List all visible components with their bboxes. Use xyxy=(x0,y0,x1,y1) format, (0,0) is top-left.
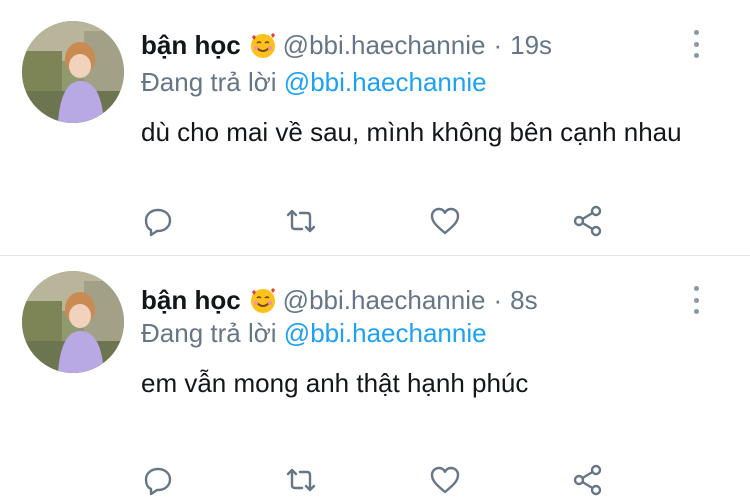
tweet-header: bận học @bbi.haechannie · 8s xyxy=(141,283,538,317)
reply-context: Đang trả lời @bbi.haechannie xyxy=(141,316,487,350)
retweet-icon[interactable] xyxy=(284,204,318,238)
smiling-face-with-hearts-icon xyxy=(249,31,277,59)
display-name[interactable]: bận học xyxy=(141,283,241,317)
smiling-face-with-hearts-icon xyxy=(249,286,277,314)
reply-context: Đang trả lời @bbi.haechannie xyxy=(141,65,487,99)
tweet[interactable]: bận học @bbi.haechannie · 19s Đang trả l… xyxy=(0,0,750,256)
timestamp[interactable]: 19s xyxy=(510,28,552,62)
display-name[interactable]: bận học xyxy=(141,28,241,62)
retweet-icon[interactable] xyxy=(284,463,318,497)
like-icon[interactable] xyxy=(428,463,462,497)
reply-handle-link[interactable]: @bbi.haechannie xyxy=(284,318,487,348)
tweet-text: em vẫn mong anh thật hạnh phúc xyxy=(141,368,529,398)
avatar[interactable] xyxy=(22,271,124,373)
tweet-header: bận học @bbi.haechannie · 19s xyxy=(141,28,552,62)
reply-icon[interactable] xyxy=(141,463,175,497)
tweet-text: dù cho mai về sau, mình không bên cạnh n… xyxy=(141,117,682,147)
share-icon[interactable] xyxy=(571,463,605,497)
share-icon[interactable] xyxy=(571,204,605,238)
separator: · xyxy=(493,285,503,315)
like-icon[interactable] xyxy=(428,204,462,238)
more-icon[interactable] xyxy=(688,286,704,314)
tweet[interactable]: bận học @bbi.haechannie · 8s Đang trả lờ… xyxy=(0,256,750,496)
reply-icon[interactable] xyxy=(141,204,175,238)
reply-handle-link[interactable]: @bbi.haechannie xyxy=(284,67,487,97)
user-handle[interactable]: @bbi.haechannie xyxy=(283,283,486,317)
timestamp[interactable]: 8s xyxy=(510,283,537,317)
action-bar xyxy=(141,463,611,497)
user-handle[interactable]: @bbi.haechannie xyxy=(283,28,486,62)
reply-prefix: Đang trả lời xyxy=(141,67,277,97)
more-icon[interactable] xyxy=(688,30,704,58)
action-bar xyxy=(141,204,611,238)
separator: · xyxy=(493,30,503,60)
reply-prefix: Đang trả lời xyxy=(141,318,277,348)
avatar[interactable] xyxy=(22,21,124,123)
